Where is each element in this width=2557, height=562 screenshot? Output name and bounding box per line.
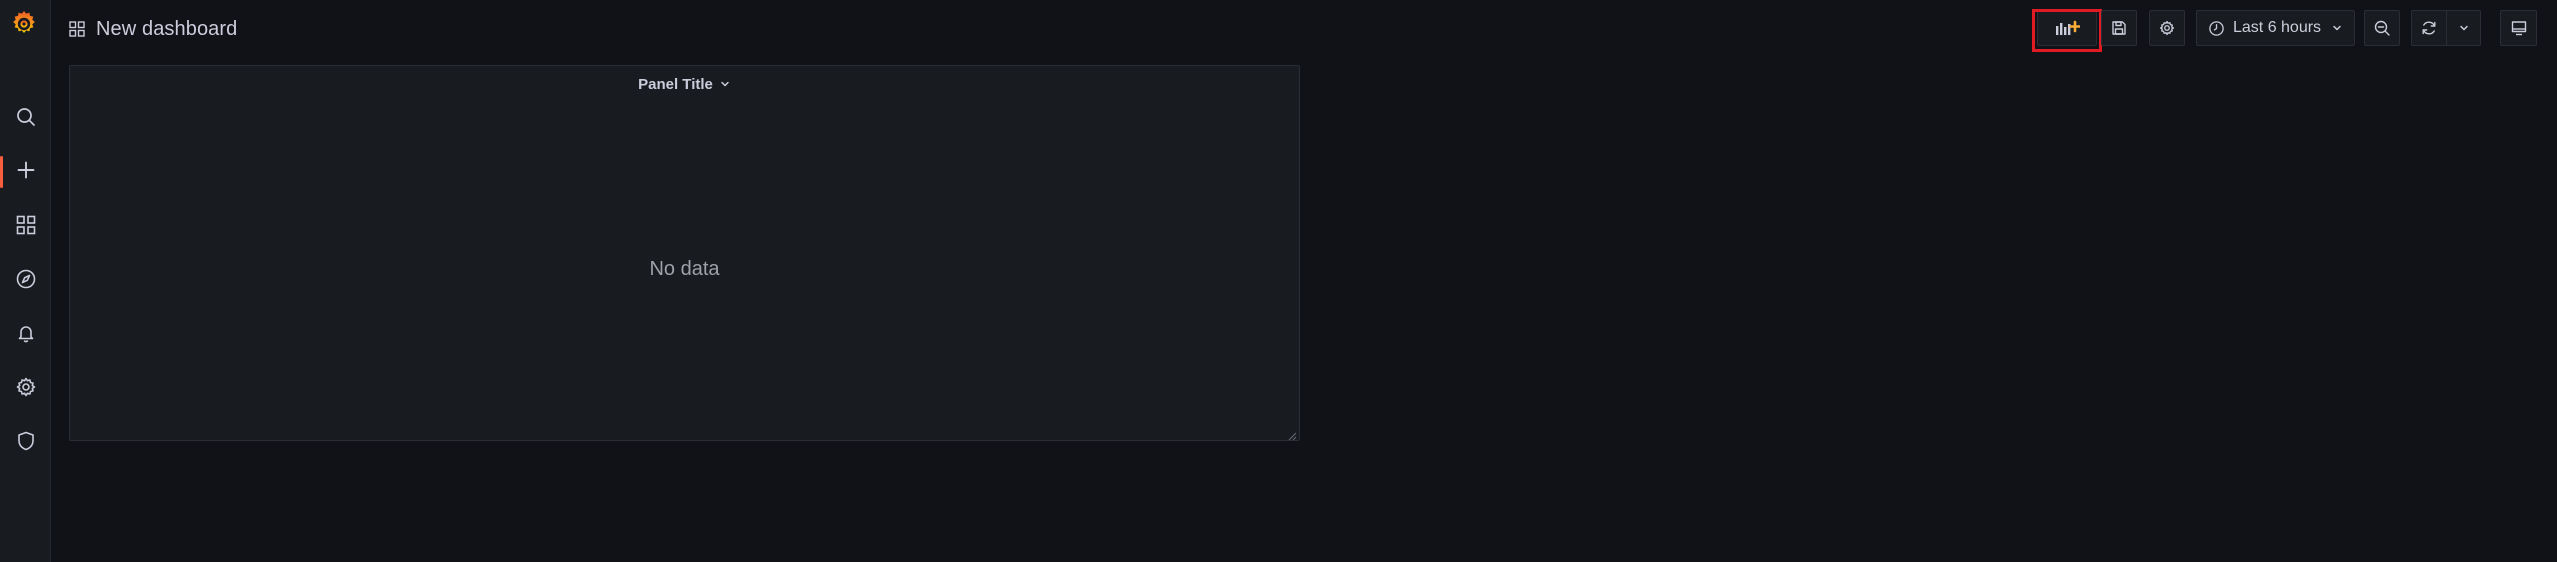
sidebar-item-dashboards[interactable] — [0, 205, 51, 249]
refresh-icon — [2420, 19, 2438, 37]
sidebar-item-configuration[interactable] — [0, 367, 51, 411]
gear-icon — [14, 375, 38, 404]
dashboard-panel[interactable]: Panel Title No data — [69, 65, 1300, 441]
plus-icon — [14, 158, 38, 187]
apps-grid-icon — [14, 213, 38, 242]
tv-mode-button[interactable] — [2500, 10, 2537, 46]
dashboard-settings-button[interactable] — [2149, 10, 2185, 46]
refresh-interval-dropdown[interactable] — [2447, 11, 2480, 45]
time-range-picker[interactable]: Last 6 hours — [2196, 10, 2355, 46]
save-icon — [2110, 19, 2128, 37]
refresh-button-group — [2411, 10, 2481, 46]
sidebar-item-server-admin[interactable] — [0, 421, 51, 465]
panel-empty-message: No data — [649, 258, 720, 280]
zoom-out-icon — [2373, 19, 2391, 37]
add-panel-button[interactable] — [2037, 10, 2097, 46]
save-dashboard-button[interactable] — [2101, 10, 2137, 46]
sidebar-item-search[interactable] — [0, 97, 51, 141]
panel-resize-handle[interactable] — [1287, 428, 1297, 441]
sidebar-item-alerting[interactable] — [0, 313, 51, 357]
chevron-down-icon — [2458, 22, 2470, 34]
shield-icon — [14, 429, 38, 458]
grafana-logo-icon[interactable] — [8, 8, 40, 40]
panel-title: Panel Title — [638, 75, 713, 93]
page-title[interactable]: New dashboard — [96, 18, 237, 41]
sidebar-item-explore[interactable] — [0, 259, 51, 303]
time-range-label: Last 6 hours — [2233, 19, 2322, 36]
sidebar-item-create[interactable] — [0, 150, 51, 194]
gear-icon — [2158, 19, 2176, 37]
dashboard-title-area: New dashboard — [68, 16, 237, 42]
chevron-down-icon — [719, 78, 731, 90]
zoom-out-button[interactable] — [2364, 10, 2400, 46]
chevron-down-icon — [2331, 22, 2343, 34]
add-panel-icon — [2054, 19, 2080, 37]
monitor-icon — [2510, 19, 2528, 37]
sidebar — [0, 0, 51, 562]
compass-icon — [14, 267, 38, 296]
clock-icon — [2208, 20, 2225, 37]
search-icon — [14, 105, 38, 134]
bell-icon — [14, 321, 38, 350]
apps-grid-icon — [68, 20, 86, 38]
refresh-button[interactable] — [2412, 11, 2448, 45]
panel-header[interactable]: Panel Title — [70, 72, 1299, 96]
